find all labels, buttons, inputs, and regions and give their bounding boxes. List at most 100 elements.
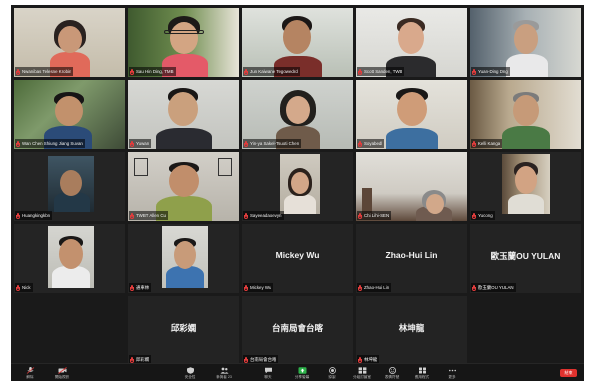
participant-tile-camera-off[interactable]: Zhao-Hui Lin Zhao-Hui Lin bbox=[356, 224, 467, 293]
meeting-frame: Nwanibas Telesne Krobin Sau Hin Ding, TM… bbox=[11, 5, 584, 381]
unmute-label: 解除 bbox=[26, 375, 34, 379]
muted-mic-icon bbox=[16, 68, 20, 75]
more-dots-icon bbox=[448, 369, 456, 372]
shield-icon bbox=[186, 367, 194, 374]
participant-tile[interactable]: Yin-ya Sakel-Tsuoti Chen bbox=[242, 80, 353, 149]
participant-tile[interactable]: TWBT Allen Cu bbox=[128, 152, 239, 221]
participant-tile[interactable]: Chi Lihi-SEN bbox=[356, 152, 467, 221]
chat-bubble-icon bbox=[264, 367, 272, 374]
participant-display-name: Zhao-Hui Lin bbox=[385, 250, 438, 260]
participant-name-label: 通車林 bbox=[129, 283, 152, 292]
muted-mic-icon bbox=[244, 356, 248, 363]
muted-mic-icon bbox=[472, 68, 476, 75]
smiley-icon bbox=[388, 367, 396, 374]
participant-tile[interactable]: Yucong bbox=[470, 152, 581, 221]
muted-mic-icon bbox=[244, 212, 248, 219]
security-label: 安全性 bbox=[184, 375, 196, 379]
participant-tile[interactable]: Huangkingkbn bbox=[14, 152, 125, 221]
participant-name-label: Mickey Wu bbox=[243, 283, 274, 292]
participant-tile-camera-off[interactable]: 台南局會台喀 台南局會台喀 bbox=[242, 296, 353, 365]
share-screen-icon bbox=[298, 367, 306, 374]
participant-tile[interactable]: Yuan-Ding Dng bbox=[470, 8, 581, 77]
participant-tile[interactable]: Yuwan bbox=[128, 80, 239, 149]
participant-tile-camera-off[interactable]: Mickey Wu Mickey Wu bbox=[242, 224, 353, 293]
breakout-rooms-icon bbox=[358, 367, 366, 374]
participants-label: 參與者 23 bbox=[216, 375, 232, 379]
participant-video-figure bbox=[48, 156, 94, 212]
participant-tile[interactable]: Nwanibas Telesne Krobin bbox=[14, 8, 125, 77]
participant-video-figure bbox=[502, 154, 550, 214]
participant-tile[interactable]: Jun Kaiwane Tegowedrd bbox=[242, 8, 353, 77]
reactions-label: 表情符號 bbox=[384, 375, 400, 379]
participant-name-label: Yucong bbox=[471, 211, 495, 220]
participant-video-figure bbox=[162, 226, 208, 288]
participant-name-label: Huangkingkbn bbox=[15, 211, 53, 220]
participants-count: 23 bbox=[227, 375, 232, 379]
participant-tile-camera-off[interactable]: 邱彩嫻 邱彩嫻 bbox=[128, 296, 239, 365]
participant-tile-camera-off[interactable]: 林坤龍 林坤龍 bbox=[356, 296, 467, 365]
muted-mic-icon bbox=[358, 68, 362, 75]
people-icon bbox=[220, 367, 229, 374]
participant-name-label: Kelli Kanga bbox=[471, 139, 503, 148]
participant-name-label: TWBT Allen Cu bbox=[129, 211, 168, 220]
muted-mic-icon bbox=[130, 68, 134, 75]
muted-mic-icon bbox=[244, 284, 248, 291]
muted-mic-icon bbox=[244, 140, 248, 147]
breakout-rooms-button[interactable]: 分組討論室 bbox=[347, 364, 377, 381]
participant-tile[interactable]: Kelli Kanga bbox=[470, 80, 581, 149]
more-label: 更多 bbox=[448, 375, 456, 379]
apps-grid-icon bbox=[418, 367, 426, 374]
participant-video-figure bbox=[48, 226, 94, 288]
participant-display-name: Mickey Wu bbox=[275, 250, 320, 260]
muted-mic-icon bbox=[244, 68, 248, 75]
start-video-label: 開始視訊 bbox=[54, 375, 70, 379]
share-screen-button[interactable]: 分享螢幕 bbox=[287, 364, 317, 381]
meeting-controls-toolbar: 解除 開始視訊 安全性 參與者 23 聊天 分享螢幕 錄製 分組討論室 表情符號… bbox=[11, 363, 584, 381]
gallery-view-grid: Nwanibas Telesne Krobin Sau Hin Ding, TM… bbox=[11, 5, 584, 365]
participant-tile-camera-off[interactable]: 歐玉蘭OU YULAN 歐玉蘭OU YULAN bbox=[470, 224, 581, 293]
participant-name-label: Sayeeadaoevyn bbox=[243, 211, 284, 220]
start-video-button[interactable]: 開始視訊 bbox=[47, 364, 77, 381]
record-label: 錄製 bbox=[328, 375, 336, 379]
more-button[interactable]: 更多 bbox=[437, 364, 467, 381]
breakout-rooms-label: 分組討論室 bbox=[353, 375, 371, 379]
participant-tile[interactable]: Sayeeadaoevyn bbox=[242, 152, 353, 221]
participant-name-label: Yuwan bbox=[129, 139, 152, 148]
muted-mic-icon bbox=[472, 212, 476, 219]
participant-tile[interactable]: 通車林 bbox=[128, 224, 239, 293]
participant-name-label: 歐玉蘭OU YULAN bbox=[471, 283, 516, 292]
participant-name-label: Zhao-Hui Lin bbox=[357, 283, 392, 292]
participant-tile[interactable]: Scott Sanden, TWB bbox=[356, 8, 467, 77]
participant-name-label: Scott Sanden, TWB bbox=[357, 67, 405, 76]
participant-name-label: Chi Lihi-SEN bbox=[357, 211, 392, 220]
security-button[interactable]: 安全性 bbox=[175, 364, 205, 381]
participants-button[interactable]: 參與者 23 bbox=[209, 364, 239, 381]
participant-tile-active-speaker[interactable]: Sau Hin Ding, TMB bbox=[128, 8, 239, 77]
apps-button[interactable]: 應用程式 bbox=[407, 364, 437, 381]
muted-mic-icon bbox=[130, 212, 134, 219]
participant-tile[interactable]: Wan Chen Shiung Jiang Suvan bbox=[14, 80, 125, 149]
participant-name-label: Jun Kaiwane Tegowedrd bbox=[243, 67, 300, 76]
participant-display-name: 邱彩嫻 bbox=[170, 323, 197, 333]
chat-button[interactable]: 聊天 bbox=[253, 364, 283, 381]
participant-display-name: 林坤龍 bbox=[398, 323, 425, 333]
muted-mic-icon bbox=[130, 284, 134, 291]
zoom-meeting-window: Nwanibas Telesne Krobin Sau Hin Ding, TM… bbox=[0, 0, 592, 385]
muted-mic-icon bbox=[358, 356, 362, 363]
participant-name-label: Wan Chen Shiung Jiang Suvan bbox=[15, 139, 85, 148]
unmute-button[interactable]: 解除 bbox=[15, 364, 45, 381]
end-meeting-button[interactable]: 結束 bbox=[560, 369, 577, 377]
reactions-button[interactable]: 表情符號 bbox=[377, 364, 407, 381]
participant-name-label: Nwanibas Telesne Krobin bbox=[15, 67, 74, 76]
participant-name-label: Soyabedl bbox=[357, 139, 385, 148]
muted-mic-icon bbox=[16, 140, 20, 147]
muted-mic-icon bbox=[358, 212, 362, 219]
participant-name-label: Yin-ya Sakel-Tsuoti Chen bbox=[243, 139, 302, 148]
participant-tile[interactable]: Soyabedl bbox=[356, 80, 467, 149]
record-button[interactable]: 錄製 bbox=[317, 364, 347, 381]
participant-tile[interactable]: Nick bbox=[14, 224, 125, 293]
participant-name-label: Sau Hin Ding, TMB bbox=[129, 67, 176, 76]
muted-mic-icon bbox=[472, 284, 476, 291]
video-camera-icon bbox=[57, 367, 67, 374]
muted-mic-icon bbox=[130, 356, 134, 363]
